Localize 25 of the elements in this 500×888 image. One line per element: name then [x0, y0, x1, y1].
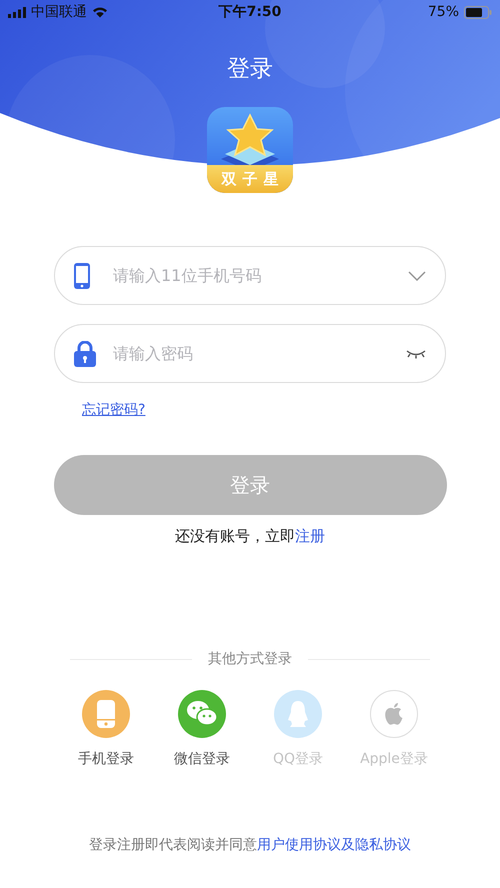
closed-eye-icon[interactable]: [406, 348, 426, 358]
battery-icon: [464, 6, 492, 18]
register-prompt: 还没有账号，立即: [175, 527, 295, 546]
lock-icon: [74, 340, 96, 366]
penguin-icon: [287, 700, 309, 728]
apple-icon: [384, 702, 404, 726]
battery-percent: 75%: [428, 4, 460, 20]
wifi-icon: [92, 6, 108, 18]
app-logo: 双子星: [207, 107, 293, 193]
login-option[interactable]: 手机登录: [58, 690, 154, 768]
status-time: 下午7:50: [218, 3, 282, 21]
phone-icon: [74, 262, 90, 288]
register-link[interactable]: 注册: [295, 527, 325, 546]
agreement-text: 登录注册即代表阅读并同意: [89, 836, 257, 854]
forgot-password-link[interactable]: 忘记密码?: [82, 401, 146, 419]
page-title: 登录: [227, 55, 273, 84]
chevron-down-icon[interactable]: [408, 270, 426, 280]
carrier-name: 中国联通: [31, 3, 87, 21]
agreement-link[interactable]: 用户使用协议及隐私协议: [257, 836, 411, 854]
other-login-title: 其他方式登录: [208, 650, 292, 668]
login-option[interactable]: 微信登录: [154, 690, 250, 768]
password-field[interactable]: 请输入密码: [54, 324, 446, 383]
phone-icon: [97, 700, 115, 728]
signal-icon: [8, 6, 26, 18]
phone-field[interactable]: 请输入11位手机号码: [54, 246, 446, 305]
